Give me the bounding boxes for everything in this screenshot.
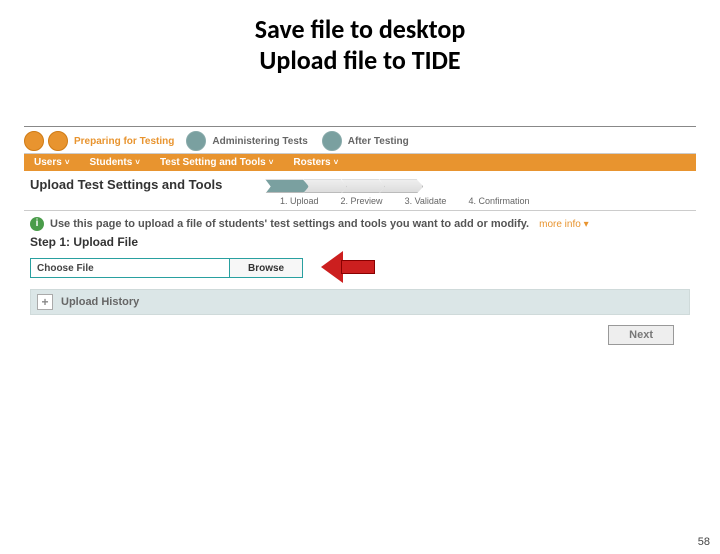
- step-2-label: 2. Preview: [341, 196, 383, 206]
- next-button[interactable]: Next: [608, 325, 674, 345]
- plus-icon[interactable]: +: [37, 294, 53, 310]
- chevron-down-icon: ˅: [135, 158, 140, 167]
- upload-history-label: Upload History: [61, 296, 139, 308]
- app-screenshot: Preparing for Testing Administering Test…: [24, 126, 696, 315]
- slide-page-number: 58: [698, 536, 710, 548]
- chevron-down-icon: ˅: [65, 158, 70, 167]
- step-3-label: 3. Validate: [405, 196, 447, 206]
- info-text: Use this page to upload a file of studen…: [50, 218, 529, 230]
- next-label: Next: [629, 329, 653, 341]
- upload-history-panel[interactable]: + Upload History: [30, 289, 690, 315]
- stage-preparing[interactable]: Preparing for Testing: [74, 136, 174, 147]
- choose-file-input[interactable]: Choose File: [30, 258, 230, 278]
- page-heading: Upload Test Settings and Tools: [30, 177, 222, 192]
- browse-label: Browse: [248, 263, 284, 274]
- menu-rosters[interactable]: Rosters ˅: [293, 157, 338, 168]
- step-chevron-1: [265, 179, 309, 193]
- step-1-label: 1. Upload: [280, 196, 319, 206]
- menu-students[interactable]: Students ˅: [89, 157, 139, 168]
- user-icon: [48, 131, 68, 151]
- info-banner: i Use this page to upload a file of stud…: [30, 217, 696, 231]
- stage-administering[interactable]: Administering Tests: [212, 136, 307, 147]
- more-info-link[interactable]: more info ▾: [539, 219, 589, 230]
- cart-icon: [24, 131, 44, 151]
- step-labels: 1. Upload 2. Preview 3. Validate 4. Conf…: [280, 196, 696, 206]
- browse-button[interactable]: Browse: [230, 258, 303, 278]
- step-4-label: 4. Confirmation: [468, 196, 529, 206]
- slide-title: Save file to desktop Upload file to TIDE: [0, 14, 720, 76]
- slide-title-line2: Upload file to TIDE: [0, 45, 720, 76]
- step1-heading: Step 1: Upload File: [30, 235, 696, 249]
- step-chevron-3: [341, 179, 385, 193]
- divider: [24, 210, 696, 211]
- wizard-stepper: [265, 179, 417, 193]
- file-chooser-row: Choose File Browse: [30, 253, 690, 283]
- menu-users[interactable]: Users ˅: [34, 157, 69, 168]
- red-arrow-callout: [321, 253, 381, 283]
- triangle-down-icon: ▾: [584, 219, 589, 230]
- step-chevron-2: [303, 179, 347, 193]
- orange-subnav: Users ˅ Students ˅ Test Setting and Tool…: [24, 154, 696, 171]
- slide-title-line1: Save file to desktop: [0, 14, 720, 45]
- step-chevron-4: [379, 179, 423, 193]
- info-icon: i: [30, 217, 44, 231]
- choose-file-label: Choose File: [37, 263, 94, 274]
- workflow-stages: Preparing for Testing Administering Test…: [24, 127, 696, 154]
- menu-test-settings[interactable]: Test Setting and Tools ˅: [160, 157, 273, 168]
- chevron-down-icon: ˅: [269, 158, 274, 167]
- report-icon: [322, 131, 342, 151]
- arrow-left-icon: [321, 251, 343, 283]
- arrow-body: [341, 260, 375, 274]
- clipboard-icon: [186, 131, 206, 151]
- stage-after[interactable]: After Testing: [348, 136, 409, 147]
- chevron-down-icon: ˅: [334, 158, 339, 167]
